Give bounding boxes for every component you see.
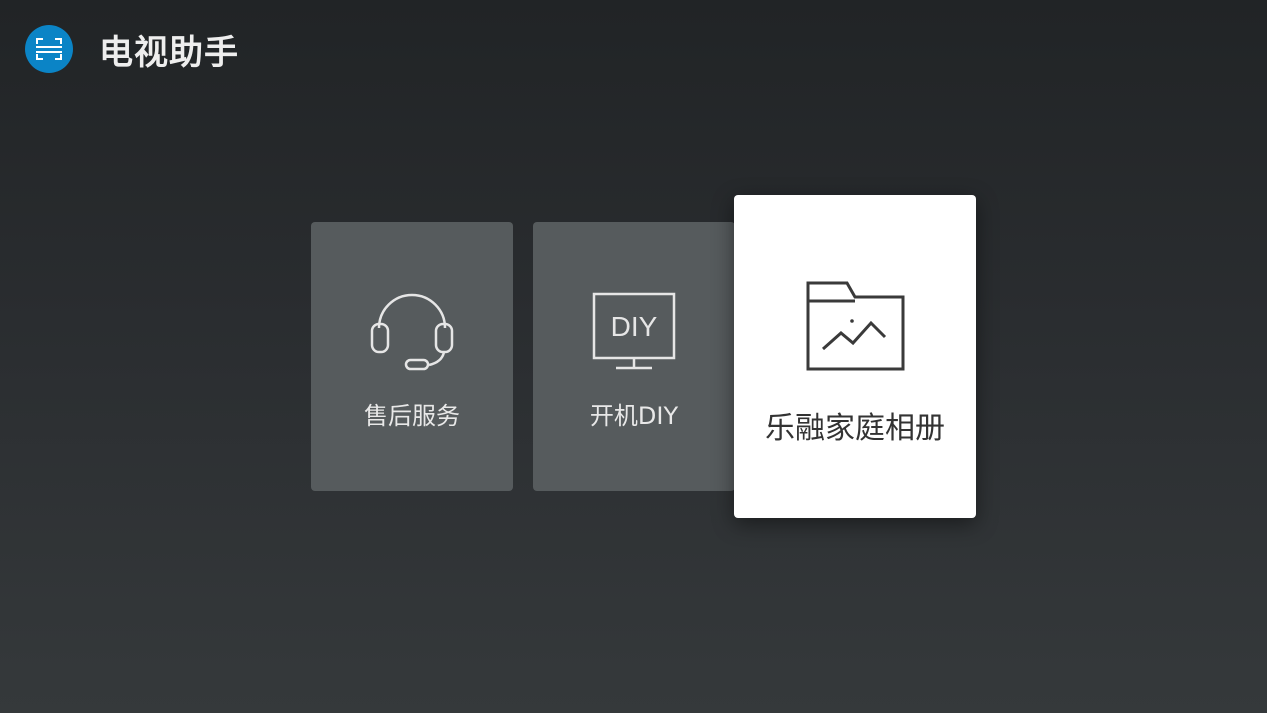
tile-boot-diy[interactable]: DIY 开机DIY bbox=[533, 222, 735, 491]
tile-label: 售后服务 bbox=[364, 402, 460, 430]
tv-assistant-logo-icon bbox=[25, 25, 73, 73]
monitor-diy-icon: DIY bbox=[589, 288, 679, 374]
monitor-diy-text: DIY bbox=[611, 311, 658, 342]
headset-icon bbox=[367, 288, 457, 374]
photo-album-folder-icon bbox=[803, 279, 907, 375]
tile-family-photo-album[interactable]: 乐融家庭相册 bbox=[734, 195, 976, 518]
tile-after-sales-service[interactable]: 售后服务 bbox=[311, 222, 513, 491]
tile-label: 开机DIY bbox=[589, 402, 679, 430]
app-header: 电视助手 bbox=[25, 24, 239, 74]
app-title: 电视助手 bbox=[99, 32, 239, 73]
tile-label: 乐融家庭相册 bbox=[765, 411, 945, 446]
